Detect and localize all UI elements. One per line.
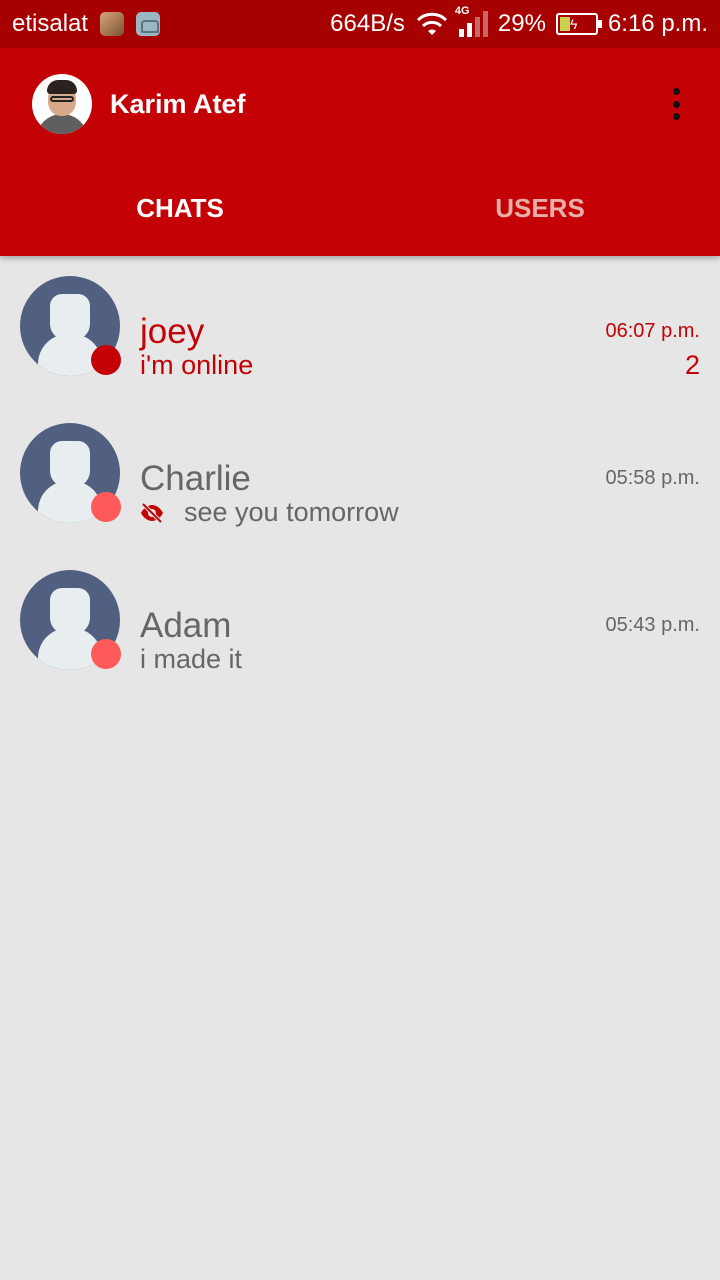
message-text: i'm online — [140, 350, 254, 380]
profile-avatar[interactable] — [32, 74, 92, 134]
network-speed: 664B/s — [330, 10, 405, 37]
chat-time: 06:07 p.m. — [605, 320, 700, 342]
chat-time: 05:43 p.m. — [605, 614, 700, 636]
tab-users[interactable]: USERS — [360, 160, 720, 256]
app-notification-icon — [100, 12, 125, 36]
chat-last-message: see you tomorrow — [140, 497, 399, 528]
battery-fill — [559, 17, 570, 31]
chat-time: 05:58 p.m. — [605, 467, 700, 489]
seen-eye-off-icon — [141, 502, 163, 523]
charging-icon: ϟ — [569, 16, 578, 32]
carrier-name: etisalat — [12, 10, 89, 37]
chat-name: joey — [140, 312, 205, 351]
unread-count-badge: 2 — [684, 350, 700, 380]
signal-icon: 4G — [455, 5, 488, 37]
profile[interactable]: Karim Atef — [32, 74, 246, 134]
chat-list: joey i'm online 06:07 p.m. 2 Charlie see… — [0, 256, 720, 697]
offline-status-dot — [91, 492, 121, 522]
tab-bar: CHATS USERS — [0, 160, 720, 256]
offline-status-dot — [91, 639, 121, 669]
chat-last-message: i'm online — [140, 350, 253, 381]
status-bar: etisalat 664B/s 4G 29% ϟ 6:16 p.m. — [0, 0, 720, 48]
chat-item-adam[interactable]: Adam i made it 05:43 p.m. — [0, 550, 720, 697]
message-text: see you tomorrow — [184, 497, 399, 527]
overflow-menu-icon[interactable] — [662, 86, 690, 122]
android-notification-icon — [136, 12, 161, 36]
chat-item-charlie[interactable]: Charlie see you tomorrow 05:58 p.m. — [0, 403, 720, 550]
network-type: 4G — [454, 5, 470, 17]
app-bar: Karim Atef CHATS USERS — [0, 48, 720, 256]
chat-name: Charlie — [140, 459, 251, 498]
wifi-icon — [416, 12, 447, 35]
online-status-dot — [91, 345, 121, 375]
battery-icon: ϟ — [555, 13, 602, 35]
profile-name: Karim Atef — [110, 88, 246, 119]
battery-percent: 29% — [497, 10, 546, 37]
tab-chats[interactable]: CHATS — [0, 160, 360, 256]
chat-item-joey[interactable]: joey i'm online 06:07 p.m. 2 — [0, 256, 720, 403]
message-text: i made it — [140, 644, 243, 674]
chat-last-message: i made it — [140, 644, 242, 675]
clock: 6:16 p.m. — [607, 10, 708, 37]
chat-name: Adam — [140, 606, 232, 645]
